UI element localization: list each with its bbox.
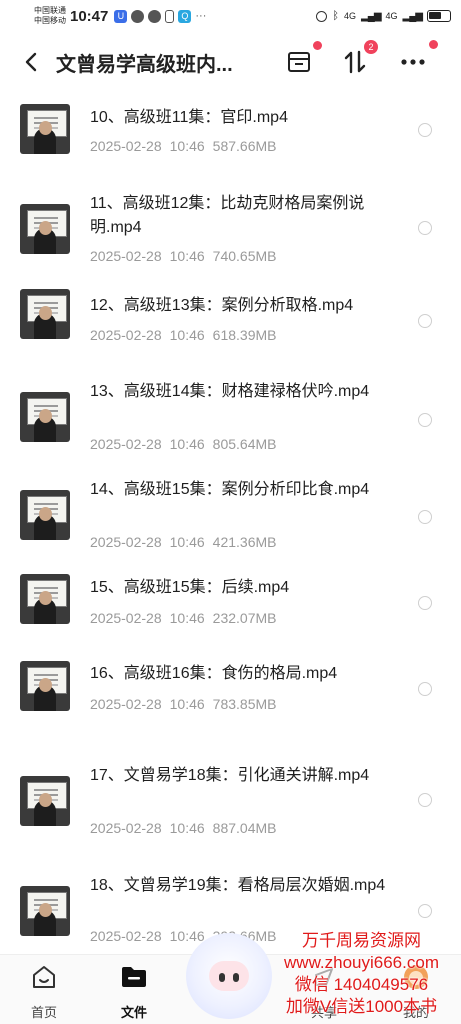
select-radio[interactable] [418,314,432,328]
file-row[interactable]: 11、高级班12集：比劫克财格局案例说明.mp4 2025-02-28 10:46… [0,168,461,268]
app-notification-icon [131,9,145,23]
file-row[interactable]: 17、文曾易学18集：引化通关讲解.mp4 2025-02-28 10:46 887… [0,740,461,846]
nav-files[interactable]: 文件 [104,963,164,1021]
file-name: 11、高级班12集：比劫克财格局案例说明.mp4 [90,195,365,236]
header: 文曾易学高级班内... 2 [0,34,461,90]
file-meta: 2025-02-28 10:46 618.39MB [90,327,277,343]
bluetooth-icon: ᛒ [332,10,340,22]
select-radio[interactable] [418,793,432,807]
nav-home-label: 首页 [30,1005,57,1020]
file-meta: 2025-02-28 10:46 232.07MB [90,610,277,626]
app-notification-icon: U [114,9,128,23]
wechat-icon [148,9,162,23]
watermark-line: 万千周易资源网 [302,931,421,950]
alarm-icon [316,10,328,22]
video-thumbnail [20,661,70,711]
sort-button[interactable]: 2 [340,40,378,77]
back-button[interactable] [16,47,46,77]
more-options-button[interactable] [398,40,438,77]
watermark-line: 微信 1404049576 [294,975,429,994]
select-radio[interactable] [418,904,432,918]
notification-dot [429,40,438,49]
video-thumbnail [20,574,70,624]
signal-icon: ▂▄▆ [402,10,423,22]
file-name: 15、高级班15集：后续.mp4 [90,579,290,596]
carrier-info: 中国联通 中国移动 [34,6,66,26]
select-radio[interactable] [418,682,432,696]
file-row[interactable]: 15、高级班15集：后续.mp4 2025-02-28 10:46 232.07MB [0,562,461,650]
assistant-mascot-icon[interactable] [186,933,272,1019]
video-thumbnail [20,289,70,339]
more-dots-icon [401,59,425,65]
file-row[interactable]: 12、高级班13集：案例分析取格.mp4 2025-02-28 10:46 618.… [0,268,461,356]
carrier-1: 中国联通 [34,6,66,15]
video-thumbnail [20,490,70,540]
file-list: 10、高级班11集：官印.mp4 2025-02-28 10:46 587.66MB… [0,92,461,954]
phone-icon [165,9,175,23]
video-thumbnail [20,204,70,254]
select-radio[interactable] [418,510,432,524]
file-meta: 2025-02-28 10:46 587.66MB [90,138,277,154]
file-row[interactable]: 10、高级班11集：官印.mp4 2025-02-28 10:46 587.66MB [0,92,461,168]
file-name: 17、文曾易学18集：引化通关讲解.mp4 [90,767,370,784]
battery-icon [427,10,451,22]
file-meta: 2025-02-28 10:46 421.36MB [90,534,277,550]
select-radio[interactable] [418,413,432,427]
notification-icons: U Q ··· [114,9,207,23]
nav-files-label: 文件 [120,1005,147,1020]
network-type-1: 4G [344,11,357,21]
status-time: 10:47 [70,7,109,25]
notification-dot [313,41,322,50]
select-radio[interactable] [418,221,432,235]
file-row[interactable]: 13、高级班14集：财格建禄格伏吟.mp4 2025-02-28 10:46 805… [0,356,461,462]
sort-arrows-icon [344,50,366,74]
file-name: 14、高级班15集：案例分析印比食.mp4 [90,481,370,498]
select-radio[interactable] [418,596,432,610]
signal-icon: ▂▄▆ [361,10,381,22]
home-icon [33,966,55,988]
file-name: 18、文曾易学19集：看格局层次婚姻.mp4 [90,877,386,894]
search-app-icon: Q [178,9,192,23]
network-type-2: 4G [385,11,398,21]
file-meta: 2025-02-28 10:46 740.65MB [90,248,277,264]
select-radio[interactable] [418,123,432,137]
watermark-line: www.zhouyi666.com [284,953,439,972]
more-notifications-icon: ··· [195,10,207,22]
file-name: 13、高级班14集：财格建禄格伏吟.mp4 [90,383,370,400]
file-name: 16、高级班16集：食伤的格局.mp4 [90,665,338,682]
file-name: 10、高级班11集：官印.mp4 [90,109,288,126]
nav-home[interactable]: 首页 [14,963,74,1021]
file-meta: 2025-02-28 10:46 887.04MB [90,820,277,836]
file-meta: 2025-02-28 10:46 805.64MB [90,436,277,452]
file-meta: 2025-02-28 10:46 783.85MB [90,696,277,712]
carrier-2: 中国移动 [34,16,66,25]
file-name: 12、高级班13集：案例分析取格.mp4 [90,297,354,314]
transfer-list-button[interactable] [284,41,322,77]
file-row[interactable]: 14、高级班15集：案例分析印比食.mp4 2025-02-28 10:46 421… [0,462,461,562]
transfer-box-icon [288,52,310,72]
chevron-left-icon [25,52,37,72]
video-thumbnail [20,776,70,826]
watermark-line: 加微V信送1000本书 [285,997,438,1016]
status-bar: 中国联通 中国移动 10:47 U Q ··· ᛒ 4G ▂▄▆ 4G ▂▄▆ [0,0,461,32]
video-thumbnail [20,392,70,442]
video-thumbnail [20,104,70,154]
folder-icon [122,967,146,987]
sort-badge: 2 [364,40,378,54]
file-row[interactable]: 16、高级班16集：食伤的格局.mp4 2025-02-28 10:46 783.8… [0,650,461,740]
system-icons: ᛒ 4G ▂▄▆ 4G ▂▄▆ [316,10,451,22]
page-title: 文曾易学高级班内... [56,53,233,76]
video-thumbnail [20,886,70,936]
watermark: 万千周易资源网 www.zhouyi666.com 微信 1404049576 … [262,930,461,1018]
